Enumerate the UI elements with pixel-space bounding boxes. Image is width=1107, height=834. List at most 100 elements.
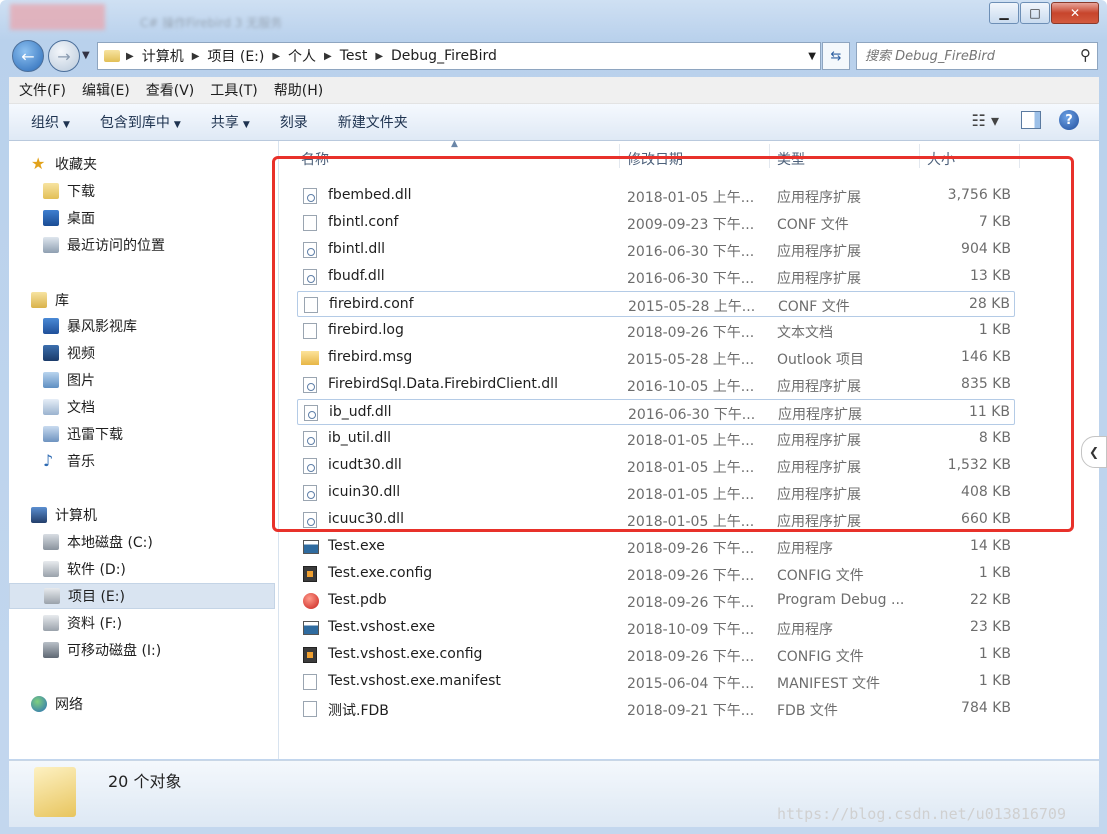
- column-divider[interactable]: [919, 144, 920, 168]
- file-row[interactable]: Test.vshost.exe.config 2018-09-26 下午... CO…: [297, 642, 1015, 668]
- file-row[interactable]: firebird.msg 2015-05-28 上午... Outlook 项目 14…: [297, 345, 1015, 371]
- file-row[interactable]: firebird.conf 2015-05-28 上午... CONF 文件 28 K…: [297, 291, 1015, 317]
- file-row[interactable]: Test.vshost.exe 2018-10-09 下午... 应用程序 23 KB: [297, 615, 1015, 641]
- breadcrumb-drive[interactable]: 项目 (E:): [207, 46, 264, 66]
- sidebar-item-label: 桌面: [67, 211, 95, 227]
- file-name: Test.exe.config: [328, 565, 433, 581]
- search-input[interactable]: [857, 43, 1072, 69]
- file-row[interactable]: fbembed.dll 2018-01-05 上午... 应用程序扩展 3,756 K…: [297, 183, 1015, 209]
- forward-button[interactable]: →: [48, 40, 80, 72]
- file-row[interactable]: icuuc30.dll 2018-01-05 上午... 应用程序扩展 660 KB: [297, 507, 1015, 533]
- breadcrumb-separator-icon[interactable]: ▶: [192, 51, 200, 62]
- menu-edit[interactable]: 编辑(E): [82, 80, 130, 100]
- file-row[interactable]: 测试.FDB 2018-09-21 下午... FDB 文件 784 KB: [297, 696, 1015, 722]
- file-row[interactable]: icudt30.dll 2018-01-05 上午... 应用程序扩展 1,532 K…: [297, 453, 1015, 479]
- sidebar-item-label: 本地磁盘 (C:): [67, 535, 153, 551]
- sidebar-item-videos[interactable]: 视频: [43, 340, 273, 366]
- file-row[interactable]: ib_udf.dll 2016-06-30 下午... 应用程序扩展 11 KB: [297, 399, 1015, 425]
- sidebar-item-drive-c[interactable]: 本地磁盘 (C:): [43, 529, 273, 555]
- close-button[interactable]: ✕: [1051, 2, 1099, 24]
- address-dropdown-icon[interactable]: ▼: [808, 51, 816, 62]
- sidebar-item-drive-i[interactable]: 可移动磁盘 (I:): [43, 637, 273, 663]
- address-bar[interactable]: ▶ 计算机 ▶ 项目 (E:) ▶ 个人 ▶ Test ▶ Debug_Fire…: [97, 42, 821, 70]
- file-row[interactable]: Test.exe 2018-09-26 下午... 应用程序 14 KB: [297, 534, 1015, 560]
- file-row[interactable]: Test.vshost.exe.manifest 2015-06-04 下午...…: [297, 669, 1015, 695]
- file-row[interactable]: ib_util.dll 2018-01-05 上午... 应用程序扩展 8 KB: [297, 426, 1015, 452]
- column-divider[interactable]: [769, 144, 770, 168]
- sidebar-item-libraries[interactable]: 库: [31, 287, 271, 313]
- file-dll-icon: [303, 242, 317, 258]
- sidebar-item-drive-d[interactable]: 软件 (D:): [43, 556, 273, 582]
- breadcrumb-separator-icon[interactable]: ▶: [324, 51, 332, 62]
- sidebar-item-network[interactable]: 网络: [31, 691, 271, 717]
- chevron-left-icon[interactable]: ❮: [1081, 436, 1107, 468]
- sidebar-item-label: 网络: [55, 697, 83, 713]
- file-row[interactable]: Test.pdb 2018-09-26 下午... Program Debug ..…: [297, 588, 1015, 614]
- sidebar-item-thunder[interactable]: 迅雷下载: [43, 421, 273, 447]
- chevron-down-icon: ▼: [242, 120, 250, 130]
- file-name: 测试.FDB: [328, 703, 389, 719]
- column-type[interactable]: 类型: [777, 149, 805, 169]
- breadcrumb-test[interactable]: Test: [340, 48, 368, 64]
- file-cfg-icon: [303, 647, 317, 663]
- sidebar-item-label: 资料 (F:): [67, 616, 123, 632]
- file-doc-icon: [303, 323, 317, 339]
- file-row[interactable]: fbudf.dll 2016-06-30 下午... 应用程序扩展 13 KB: [297, 264, 1015, 290]
- sidebar-item-music[interactable]: ♪ 音乐: [43, 448, 273, 474]
- sidebar-item-drive-e[interactable]: 项目 (E:): [9, 583, 275, 609]
- breadcrumb-personal[interactable]: 个人: [288, 46, 316, 66]
- menu-file[interactable]: 文件(F): [19, 80, 66, 100]
- file-date: 2018-09-26 下午...: [627, 541, 755, 557]
- column-size[interactable]: 大小: [927, 149, 955, 169]
- burn-button[interactable]: 刻录: [280, 112, 308, 132]
- share-button[interactable]: 共享 ▼: [211, 112, 250, 132]
- new-folder-button[interactable]: 新建文件夹: [338, 112, 408, 132]
- sidebar-item-favorites[interactable]: ★ 收藏夹: [31, 151, 271, 177]
- sidebar-item-label: 文档: [67, 400, 95, 416]
- search-box[interactable]: ⚲: [856, 42, 1098, 70]
- breadcrumb-separator-icon[interactable]: ▶: [272, 51, 280, 62]
- item-count: 20 个对象: [108, 772, 182, 791]
- refresh-button[interactable]: ⇆: [822, 42, 850, 70]
- sidebar-item-baofeng[interactable]: 暴风影视库: [43, 313, 273, 339]
- menu-tools[interactable]: 工具(T): [210, 80, 257, 100]
- minimize-button[interactable]: ▁: [989, 2, 1019, 24]
- sidebar-item-downloads[interactable]: 下载: [43, 178, 273, 204]
- view-options-icon[interactable]: ☷ ▾: [972, 111, 999, 130]
- sidebar-item-pictures[interactable]: 图片: [43, 367, 273, 393]
- file-date: 2009-09-23 下午...: [627, 217, 755, 233]
- column-divider[interactable]: [1019, 144, 1020, 168]
- column-divider[interactable]: [619, 144, 620, 168]
- breadcrumb-computer[interactable]: 计算机: [142, 46, 184, 66]
- file-row[interactable]: Test.exe.config 2018-09-26 下午... CONFIG 文件…: [297, 561, 1015, 587]
- file-type: MANIFEST 文件: [777, 676, 881, 692]
- search-icon[interactable]: ⚲: [1080, 46, 1091, 64]
- sidebar-item-documents[interactable]: 文档: [43, 394, 273, 420]
- sidebar-item-recent[interactable]: 最近访问的位置: [43, 232, 273, 258]
- file-row[interactable]: fbintl.conf 2009-09-23 下午... CONF 文件 7 KB: [297, 210, 1015, 236]
- file-row[interactable]: fbintl.dll 2016-06-30 下午... 应用程序扩展 904 KB: [297, 237, 1015, 263]
- breadcrumb-separator-icon[interactable]: ▶: [375, 51, 383, 62]
- file-row[interactable]: FirebirdSql.Data.FirebirdClient.dll 2016-…: [297, 372, 1015, 398]
- help-icon[interactable]: ?: [1059, 110, 1079, 130]
- breadcrumb-separator-icon[interactable]: ▶: [126, 51, 134, 62]
- recent-pages-dropdown[interactable]: ▼: [82, 50, 90, 61]
- column-date[interactable]: 修改日期: [627, 149, 683, 169]
- file-row[interactable]: icuin30.dll 2018-01-05 上午... 应用程序扩展 408 KB: [297, 480, 1015, 506]
- organize-button[interactable]: 组织 ▼: [31, 112, 70, 132]
- back-button[interactable]: ←: [12, 40, 44, 72]
- sidebar-item-drive-f[interactable]: 资料 (F:): [43, 610, 273, 636]
- column-name[interactable]: 名称: [301, 149, 329, 169]
- sidebar-item-computer[interactable]: 计算机: [31, 502, 271, 528]
- file-name: Test.vshost.exe.manifest: [328, 673, 501, 689]
- file-size: 1 KB: [978, 646, 1011, 662]
- file-type: Outlook 项目: [777, 352, 864, 368]
- include-in-library-button[interactable]: 包含到库中 ▼: [100, 112, 181, 132]
- breadcrumb-current[interactable]: Debug_FireBird: [391, 48, 497, 64]
- menu-view[interactable]: 查看(V): [146, 80, 195, 100]
- sidebar-item-desktop[interactable]: 桌面: [43, 205, 273, 231]
- preview-pane-icon[interactable]: [1021, 111, 1041, 129]
- menu-help[interactable]: 帮助(H): [274, 80, 323, 100]
- file-row[interactable]: firebird.log 2018-09-26 下午... 文本文档 1 KB: [297, 318, 1015, 344]
- maximize-button[interactable]: □: [1020, 2, 1050, 24]
